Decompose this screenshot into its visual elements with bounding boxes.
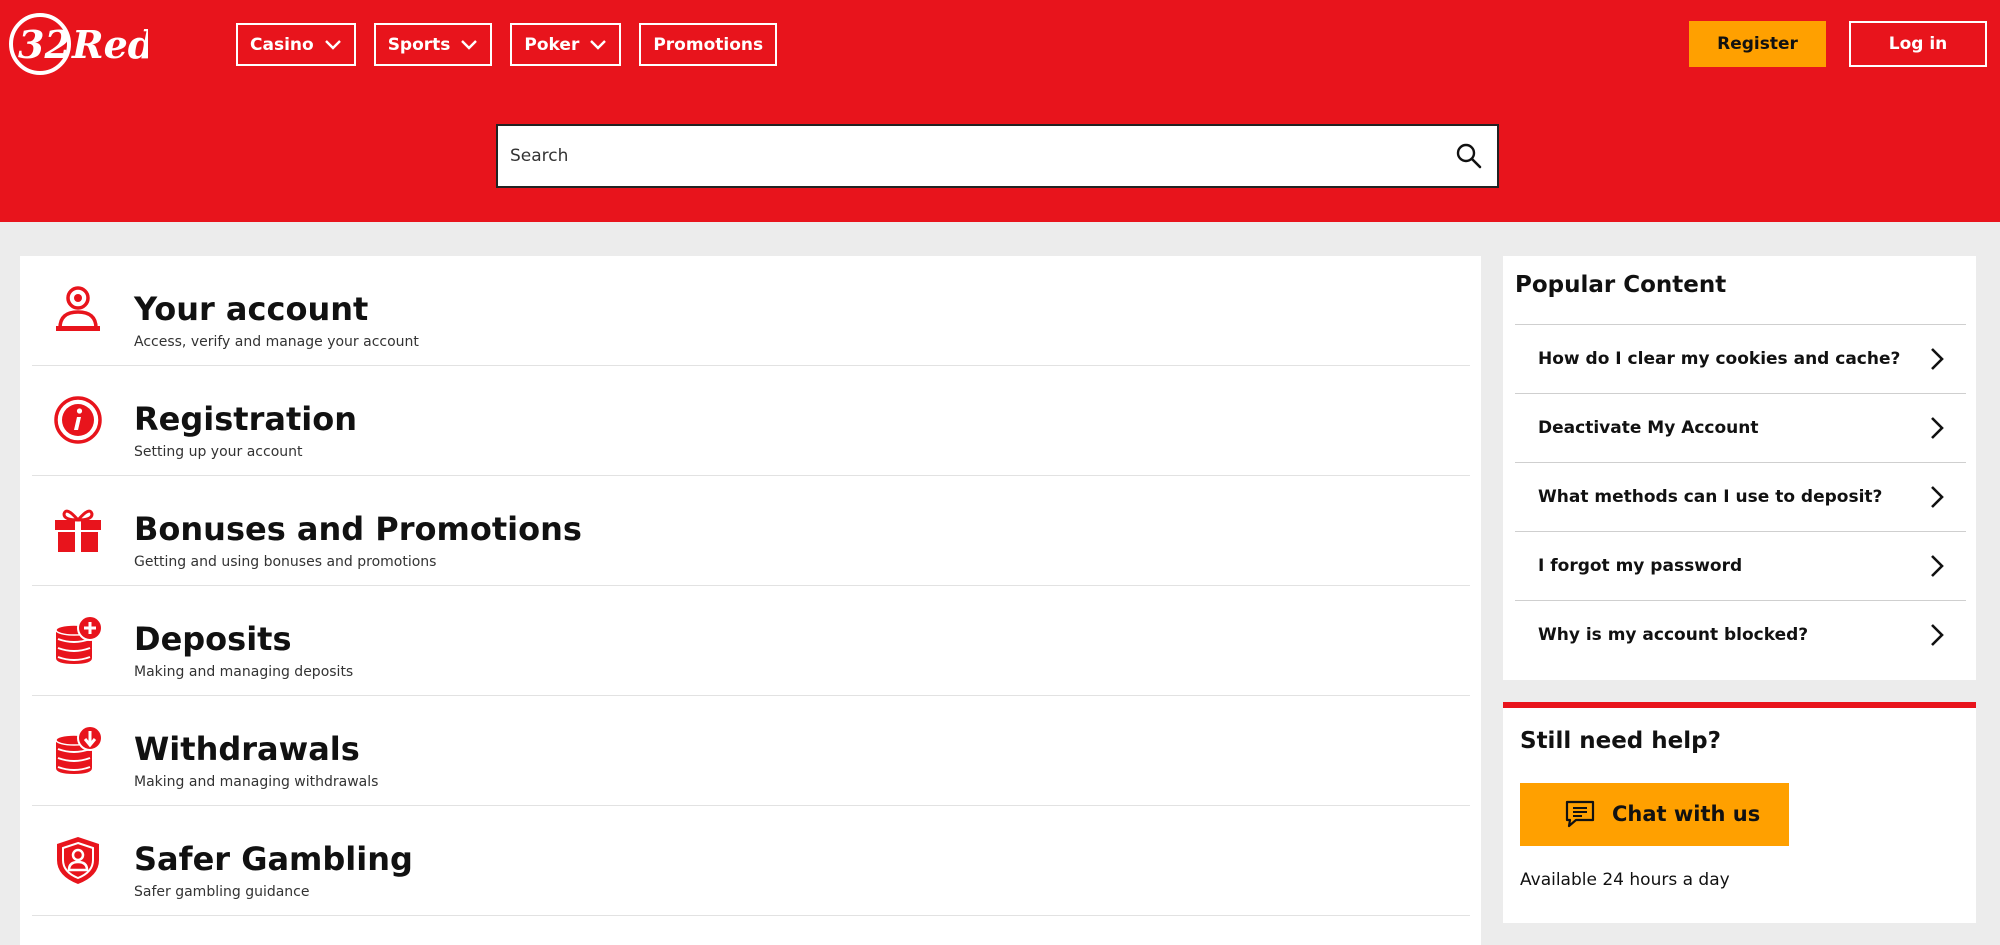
category-description: Access, verify and manage your account xyxy=(134,334,419,350)
chevron-down-icon xyxy=(324,39,341,50)
category-description: Getting and using bonuses and promotions xyxy=(134,554,437,570)
chat-button[interactable]: Chat with us xyxy=(1520,783,1789,846)
chat-icon xyxy=(1565,800,1595,828)
info-icon xyxy=(54,396,102,444)
popular-link-label: What methods can I use to deposit? xyxy=(1538,487,1883,507)
category-description: Safer gambling guidance xyxy=(134,884,310,900)
coins-down-icon xyxy=(55,725,103,774)
svg-text:Red: Red xyxy=(71,22,148,67)
nav-casino[interactable]: Casino xyxy=(236,23,356,66)
category-title: Registration xyxy=(134,400,357,438)
category-your-account[interactable]: Your account Access, verify and manage y… xyxy=(32,256,1470,366)
login-button[interactable]: Log in xyxy=(1849,21,1987,67)
popular-link-label: I forgot my password xyxy=(1538,556,1743,576)
register-button[interactable]: Register xyxy=(1689,21,1826,67)
category-title: Withdrawals xyxy=(134,730,360,768)
popular-content-panel: Popular Content How do I clear my cookie… xyxy=(1503,256,1976,680)
help-categories: Your account Access, verify and manage y… xyxy=(20,256,1481,945)
chevron-right-icon xyxy=(1931,486,1944,508)
nav-promotions[interactable]: Promotions xyxy=(639,23,778,66)
32red-logo[interactable]: 32 Red xyxy=(8,12,148,76)
category-title: Deposits xyxy=(134,620,292,658)
category-description: Setting up your account xyxy=(134,444,303,460)
category-safer-gambling[interactable]: Safer Gambling Safer gambling guidance xyxy=(32,806,1470,916)
search-input[interactable] xyxy=(510,126,1410,186)
nav-casino-label: Casino xyxy=(250,34,314,55)
category-registration[interactable]: Registration Setting up your account xyxy=(32,366,1470,476)
category-title: Bonuses and Promotions xyxy=(134,510,582,548)
popular-link[interactable]: Deactivate My Account xyxy=(1515,393,1966,462)
search-icon[interactable] xyxy=(1455,142,1483,170)
popular-link-label: Why is my account blocked? xyxy=(1538,625,1809,645)
chevron-right-icon xyxy=(1931,624,1944,646)
category-bonuses-promotions[interactable]: Bonuses and Promotions Getting and using… xyxy=(32,476,1470,586)
nav-poker-label: Poker xyxy=(524,34,580,55)
chevron-down-icon xyxy=(461,39,478,50)
svg-text:32: 32 xyxy=(18,22,71,67)
category-title: Safer Gambling xyxy=(134,840,413,878)
availability-note: Available 24 hours a day xyxy=(1520,870,1730,890)
main-nav: Casino Sports Poker Promotions xyxy=(236,23,778,66)
category-deposits[interactable]: Deposits Making and managing deposits xyxy=(32,586,1470,696)
shield-icon xyxy=(57,837,99,884)
still-need-help-panel: Still need help? Chat with us Available … xyxy=(1503,702,1976,923)
chevron-right-icon xyxy=(1931,348,1944,370)
nav-poker[interactable]: Poker xyxy=(510,23,622,66)
gift-icon xyxy=(55,509,101,552)
popular-link[interactable]: Why is my account blocked? xyxy=(1515,600,1966,669)
chevron-right-icon xyxy=(1931,555,1944,577)
popular-link[interactable]: What methods can I use to deposit? xyxy=(1515,462,1966,531)
site-header: 32 Red Casino Sports Poker Promotions Re… xyxy=(0,0,2000,222)
category-description: Making and managing deposits xyxy=(134,664,354,680)
user-icon xyxy=(56,286,100,331)
category-description: Making and managing withdrawals xyxy=(134,774,379,790)
category-title: Your account xyxy=(134,290,369,328)
nav-sports[interactable]: Sports xyxy=(373,23,493,66)
popular-link[interactable]: I forgot my password xyxy=(1515,531,1966,600)
popular-link[interactable]: How do I clear my cookies and cache? xyxy=(1515,324,1966,393)
chat-button-label: Chat with us xyxy=(1612,802,1761,826)
chevron-down-icon xyxy=(590,39,607,50)
popular-link-label: How do I clear my cookies and cache? xyxy=(1538,349,1901,369)
chevron-right-icon xyxy=(1931,417,1944,439)
category-withdrawals[interactable]: Withdrawals Making and managing withdraw… xyxy=(32,696,1470,806)
nav-sports-label: Sports xyxy=(387,34,451,55)
help-title: Still need help? xyxy=(1520,728,1721,754)
popular-link-label: Deactivate My Account xyxy=(1538,418,1759,438)
popular-content-title: Popular Content xyxy=(1515,272,1727,298)
search-bar xyxy=(496,124,1499,188)
coins-plus-icon xyxy=(55,615,103,664)
nav-promotions-label: Promotions xyxy=(653,34,764,55)
